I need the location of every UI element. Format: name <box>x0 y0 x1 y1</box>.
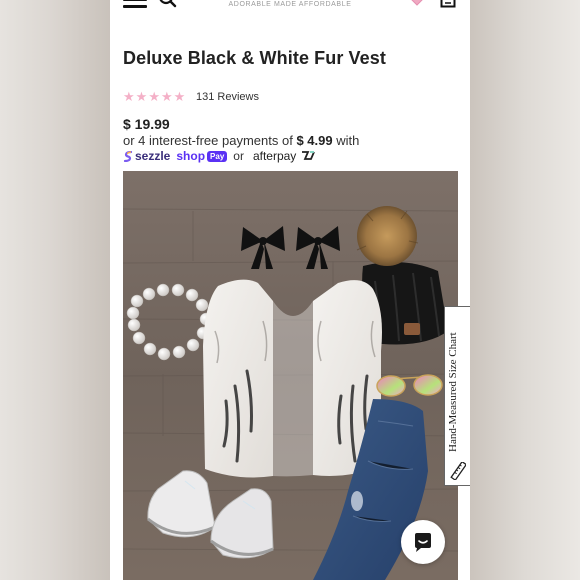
installment-info: or 4 interest-free payments of $ 4.99 wi… <box>123 133 359 148</box>
rating-stars[interactable]: ★ ★ ★ ★ ★ <box>123 90 185 104</box>
afterpay-icon <box>301 151 315 160</box>
payment-providers: sezzle shop Pay or afterpay <box>123 148 315 164</box>
product-price: $ 19.99 <box>123 116 170 132</box>
sezzle-label: sezzle <box>135 149 171 163</box>
background-right <box>470 0 580 580</box>
chat-icon <box>415 533 431 552</box>
star-icon: ★ <box>148 89 160 104</box>
installment-suffix: with <box>336 133 360 148</box>
product-title: Deluxe Black & White Fur Vest <box>123 48 386 68</box>
shop-pay-badge: Pay <box>207 150 228 162</box>
shop-pay-button[interactable]: shop Pay <box>176 149 228 163</box>
background-left <box>0 0 110 580</box>
chat-button[interactable] <box>401 520 445 564</box>
star-icon: ★ <box>160 89 173 104</box>
reviews-link[interactable]: 131 Reviews <box>196 91 259 103</box>
size-chart-label: Hand-Measured Size Chart <box>447 332 459 452</box>
star-icon: ★ <box>123 89 135 104</box>
site-header: ADORABLE MADE AFFORDABLE <box>110 0 470 12</box>
afterpay-label: afterpay <box>252 149 297 163</box>
size-chart-tab[interactable]: Hand-Measured Size Chart <box>444 306 470 486</box>
sezzle-button[interactable]: sezzle <box>123 149 170 163</box>
ruler-icon <box>450 462 466 480</box>
installment-amount: $ 4.99 <box>296 133 333 148</box>
star-icon: ★ <box>173 89 186 104</box>
shop-label: shop <box>176 149 206 163</box>
sezzle-icon <box>123 150 133 162</box>
afterpay-button[interactable]: afterpay <box>253 149 315 163</box>
product-page: ADORABLE MADE AFFORDABLE Deluxe Black & … <box>110 0 470 580</box>
star-icon: ★ <box>135 89 148 104</box>
cart-icon[interactable] <box>440 0 456 8</box>
heart-icon[interactable] <box>410 0 424 6</box>
installment-prefix: or 4 interest-free payments of <box>123 133 293 148</box>
product-image[interactable] <box>123 171 458 580</box>
or-text: or <box>233 149 244 163</box>
